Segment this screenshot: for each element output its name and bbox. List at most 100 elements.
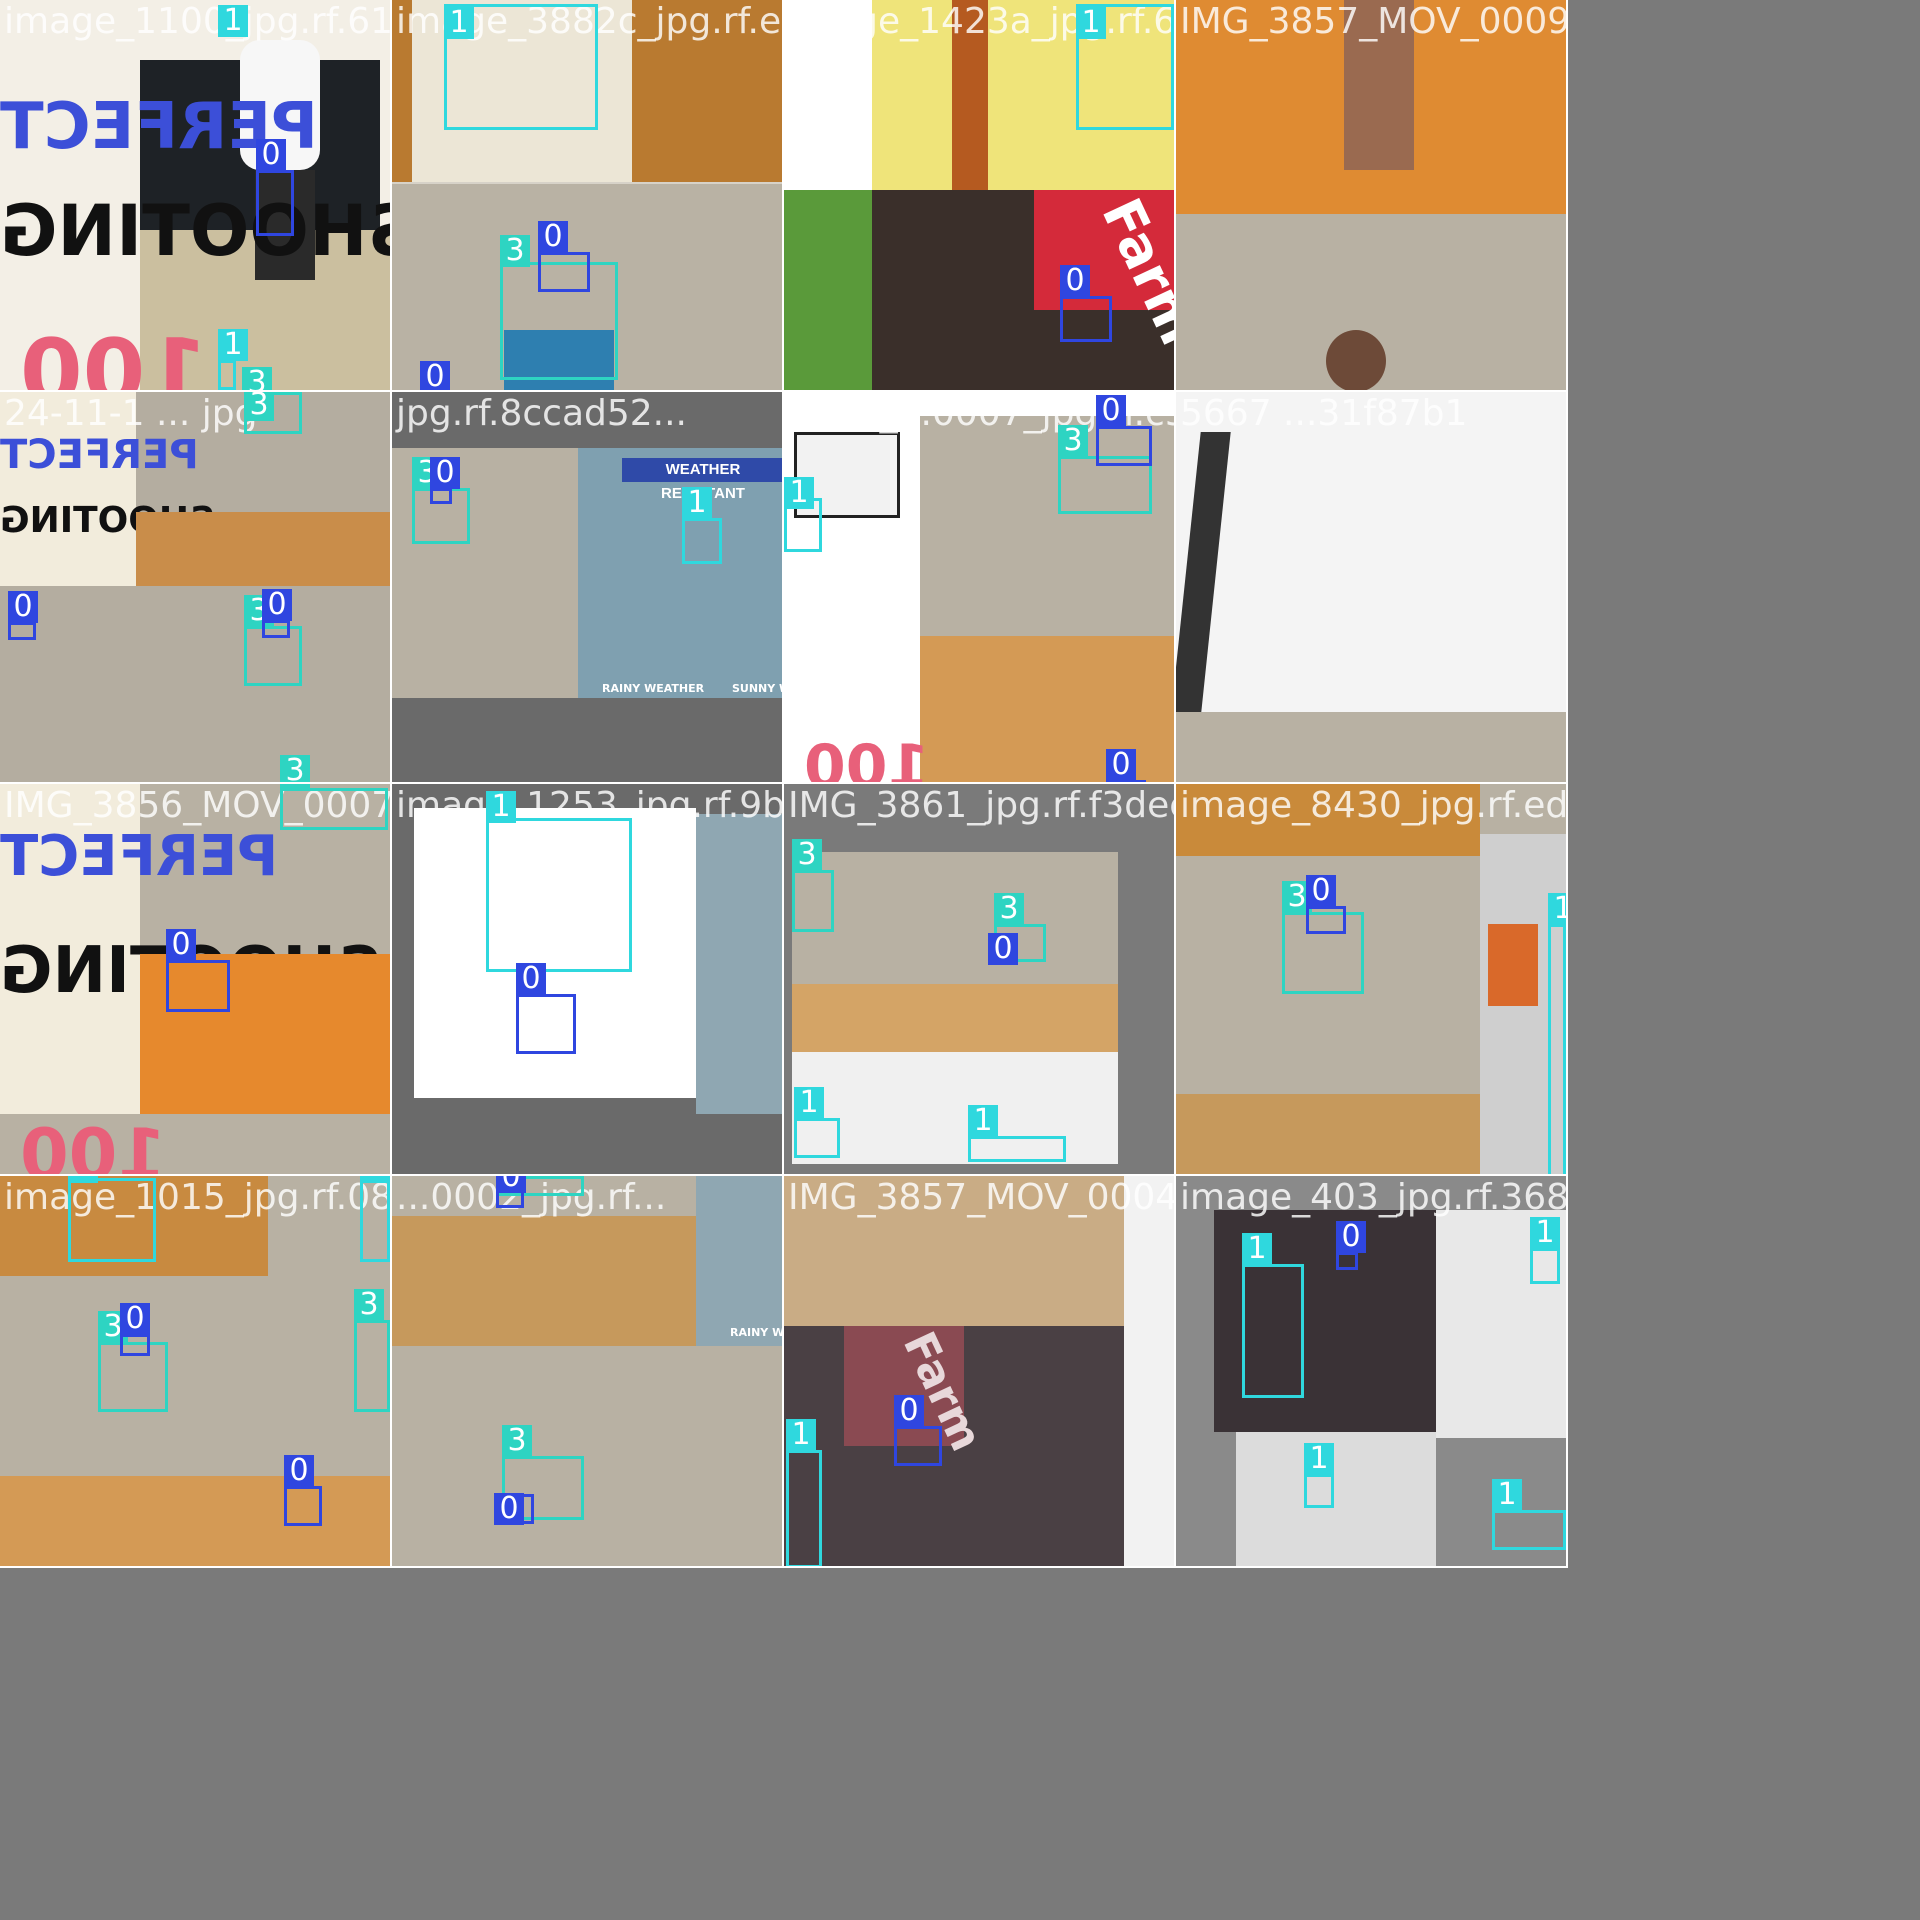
class-label: 0 <box>1106 749 1136 781</box>
ball-box: 0 <box>262 589 292 638</box>
class-label: 0 <box>284 1455 314 1487</box>
class-label: 0 <box>8 591 38 623</box>
concrete-wall <box>1176 712 1566 782</box>
hoop-box: 1 <box>444 4 598 130</box>
side-photo <box>1124 1176 1174 1566</box>
tile-filename: IMG_3861_jpg.rf.f3dec267... <box>788 785 1174 826</box>
class-label: 0 <box>256 139 286 171</box>
shooter-box: 3 <box>354 1289 390 1412</box>
tile-13[interactable]: image_1015_jpg.rf.08347... 1 1 3 0 3 0 <box>0 1176 392 1568</box>
player-head <box>1326 330 1386 390</box>
class-label: 0 <box>1096 395 1126 427</box>
ball-box: 0 <box>988 933 1018 965</box>
poster-shooting-text: SHOOTING <box>0 190 392 272</box>
class-label: 1 <box>218 5 248 37</box>
hoop-box: 1 <box>1076 4 1174 130</box>
ball-box: 0 <box>1096 395 1152 466</box>
tile-filename: image_1015_jpg.rf.08347... <box>4 1177 392 1218</box>
class-label: 0 <box>420 361 450 390</box>
hoop-box: 1 <box>682 487 722 564</box>
class-label: 1 <box>1304 1443 1334 1475</box>
tile-filename: image_403_jpg.rf.368a572... <box>1180 1177 1568 1218</box>
tile-1[interactable]: PERFECT SHOOTING 100 image_1100_jpg.rf.6… <box>0 0 392 392</box>
class-label: 1 <box>1548 893 1566 925</box>
class-label: 0 <box>516 963 546 995</box>
tile-filename: IMG_3857_MOV_0004_jpg.rf... <box>788 1177 1176 1218</box>
tile-filename: image_8430_jpg.rf.ed50b60... <box>1180 785 1568 826</box>
wood-floor <box>392 1216 696 1346</box>
tile-15[interactable]: Farm IMG_3857_MOV_0004_jpg.rf... 0 1 <box>784 1176 1176 1568</box>
poster-100-text: 100 <box>804 732 930 784</box>
class-label: 3 <box>1058 425 1088 457</box>
class-label: 3 <box>280 755 310 782</box>
tile-10[interactable]: image_1253_jpg.rf.9b... 1 0 <box>392 784 784 1176</box>
shooter-box: 3 <box>242 367 272 390</box>
tile-2[interactable]: image_3882c_jpg.rf.e9d4d5e... 1 3 0 0 <box>392 0 784 392</box>
poster-perfect-text: PERFECT <box>0 432 199 478</box>
class-label: 0 <box>894 1395 924 1427</box>
hoop-product-photo-2 <box>1236 1432 1436 1566</box>
poster-100-text: 100 <box>20 1114 167 1176</box>
ball-box: 0 <box>166 929 230 1012</box>
hoop-box: 1 <box>1492 1479 1566 1550</box>
ball-box: 0 <box>430 457 460 504</box>
ball-box: 0 <box>496 1176 526 1208</box>
class-label: 3 <box>502 1425 532 1457</box>
hoop-box: 1 <box>486 791 632 972</box>
ball-box: 0 <box>1060 265 1112 342</box>
ball-box: 0 <box>516 963 576 1054</box>
tile-4[interactable]: IMG_3857_MOV_0009_jpg... <box>1176 0 1568 392</box>
wood-floor <box>792 984 1118 1052</box>
shooter-box: 3 <box>244 392 302 434</box>
class-label: 3 <box>792 839 822 871</box>
class-label: 1 <box>360 1176 390 1183</box>
class-label: 0 <box>988 933 1018 965</box>
tile-7[interactable]: 100 2024_...0007_jpg.rf.c5... 1 3 0 0 <box>784 392 1176 784</box>
hoop-box: 1 <box>1242 1233 1304 1398</box>
class-label: 1 <box>1530 1217 1560 1249</box>
tile-3[interactable]: Farm image_1423a_jpg.rf.6 1290... 1 0 <box>784 0 1176 392</box>
class-label: 0 <box>1306 875 1336 907</box>
hoop-box: 1 <box>68 1176 156 1262</box>
shooter-box: 3 <box>792 839 834 932</box>
wood-floor <box>1176 1094 1480 1174</box>
class-label: 3 <box>242 367 272 390</box>
tile-12[interactable]: image_8430_jpg.rf.ed50b60... 3 0 1 <box>1176 784 1568 1176</box>
hoop-box: 1 <box>1548 893 1566 1174</box>
tile-11[interactable]: IMG_3861_jpg.rf.f3dec267... 3 3 0 1 1 <box>784 784 1176 1176</box>
tile-8[interactable]: 5667 ...31f87b1 <box>1176 392 1568 784</box>
ball-box: 0 <box>494 1493 534 1525</box>
detection-mosaic: PERFECT SHOOTING 100 image_1100_jpg.rf.6… <box>0 0 1920 1920</box>
rain-photo <box>696 1176 782 1346</box>
class-label: 1 <box>1492 1479 1522 1511</box>
rainy-weather-text: RAINY WEATHER <box>602 682 705 695</box>
trees <box>784 190 872 390</box>
hoop-box: 1 <box>786 1419 822 1566</box>
tile-14[interactable]: RAINY WEATHER ...0002_jpg.rf... 3 0 3 0 <box>392 1176 784 1568</box>
rainy-weather-text: RAINY WEATHER <box>730 1326 784 1339</box>
gym-floor <box>136 512 390 586</box>
hoop-box: 1 <box>968 1105 1066 1162</box>
hoop-pole <box>1176 432 1231 712</box>
tile-5[interactable]: PERFECT SHOOTING 24-11-1 ... jpg 3 0 3 0… <box>0 392 392 784</box>
class-label: 1 <box>968 1105 998 1137</box>
ball-box: 0 <box>1336 1221 1366 1270</box>
class-label: 0 <box>1060 265 1090 297</box>
wood-floor <box>920 636 1174 782</box>
tile-16[interactable]: image_403_jpg.rf.368a572... 1 0 1 1 1 <box>1176 1176 1568 1568</box>
poster-100-text: 100 <box>20 320 208 392</box>
tile-9[interactable]: PERFECT SHOOTING 100 IMG_3856_MOV_0007_j… <box>0 784 392 1176</box>
hoop-box: 1 <box>360 1176 390 1262</box>
tile-filename: 24-11-1 ... jpg <box>4 393 258 434</box>
wood-floor <box>0 1476 390 1566</box>
tile-6[interactable]: WEATHER RESISTANT RAINY WEATHER SUNNY WE… <box>392 392 784 784</box>
class-label: 0 <box>430 457 460 489</box>
hoop-box: 1 <box>794 1087 840 1158</box>
ball-box: 0 <box>8 591 38 640</box>
class-label: 0 <box>262 589 292 621</box>
class-label: 0 <box>494 1493 524 1525</box>
ball-box: 0 <box>1306 875 1346 934</box>
class-label: 1 <box>444 7 474 39</box>
class-label: 1 <box>784 477 814 509</box>
weather-resistant-banner: WEATHER RESISTANT <box>622 458 782 502</box>
